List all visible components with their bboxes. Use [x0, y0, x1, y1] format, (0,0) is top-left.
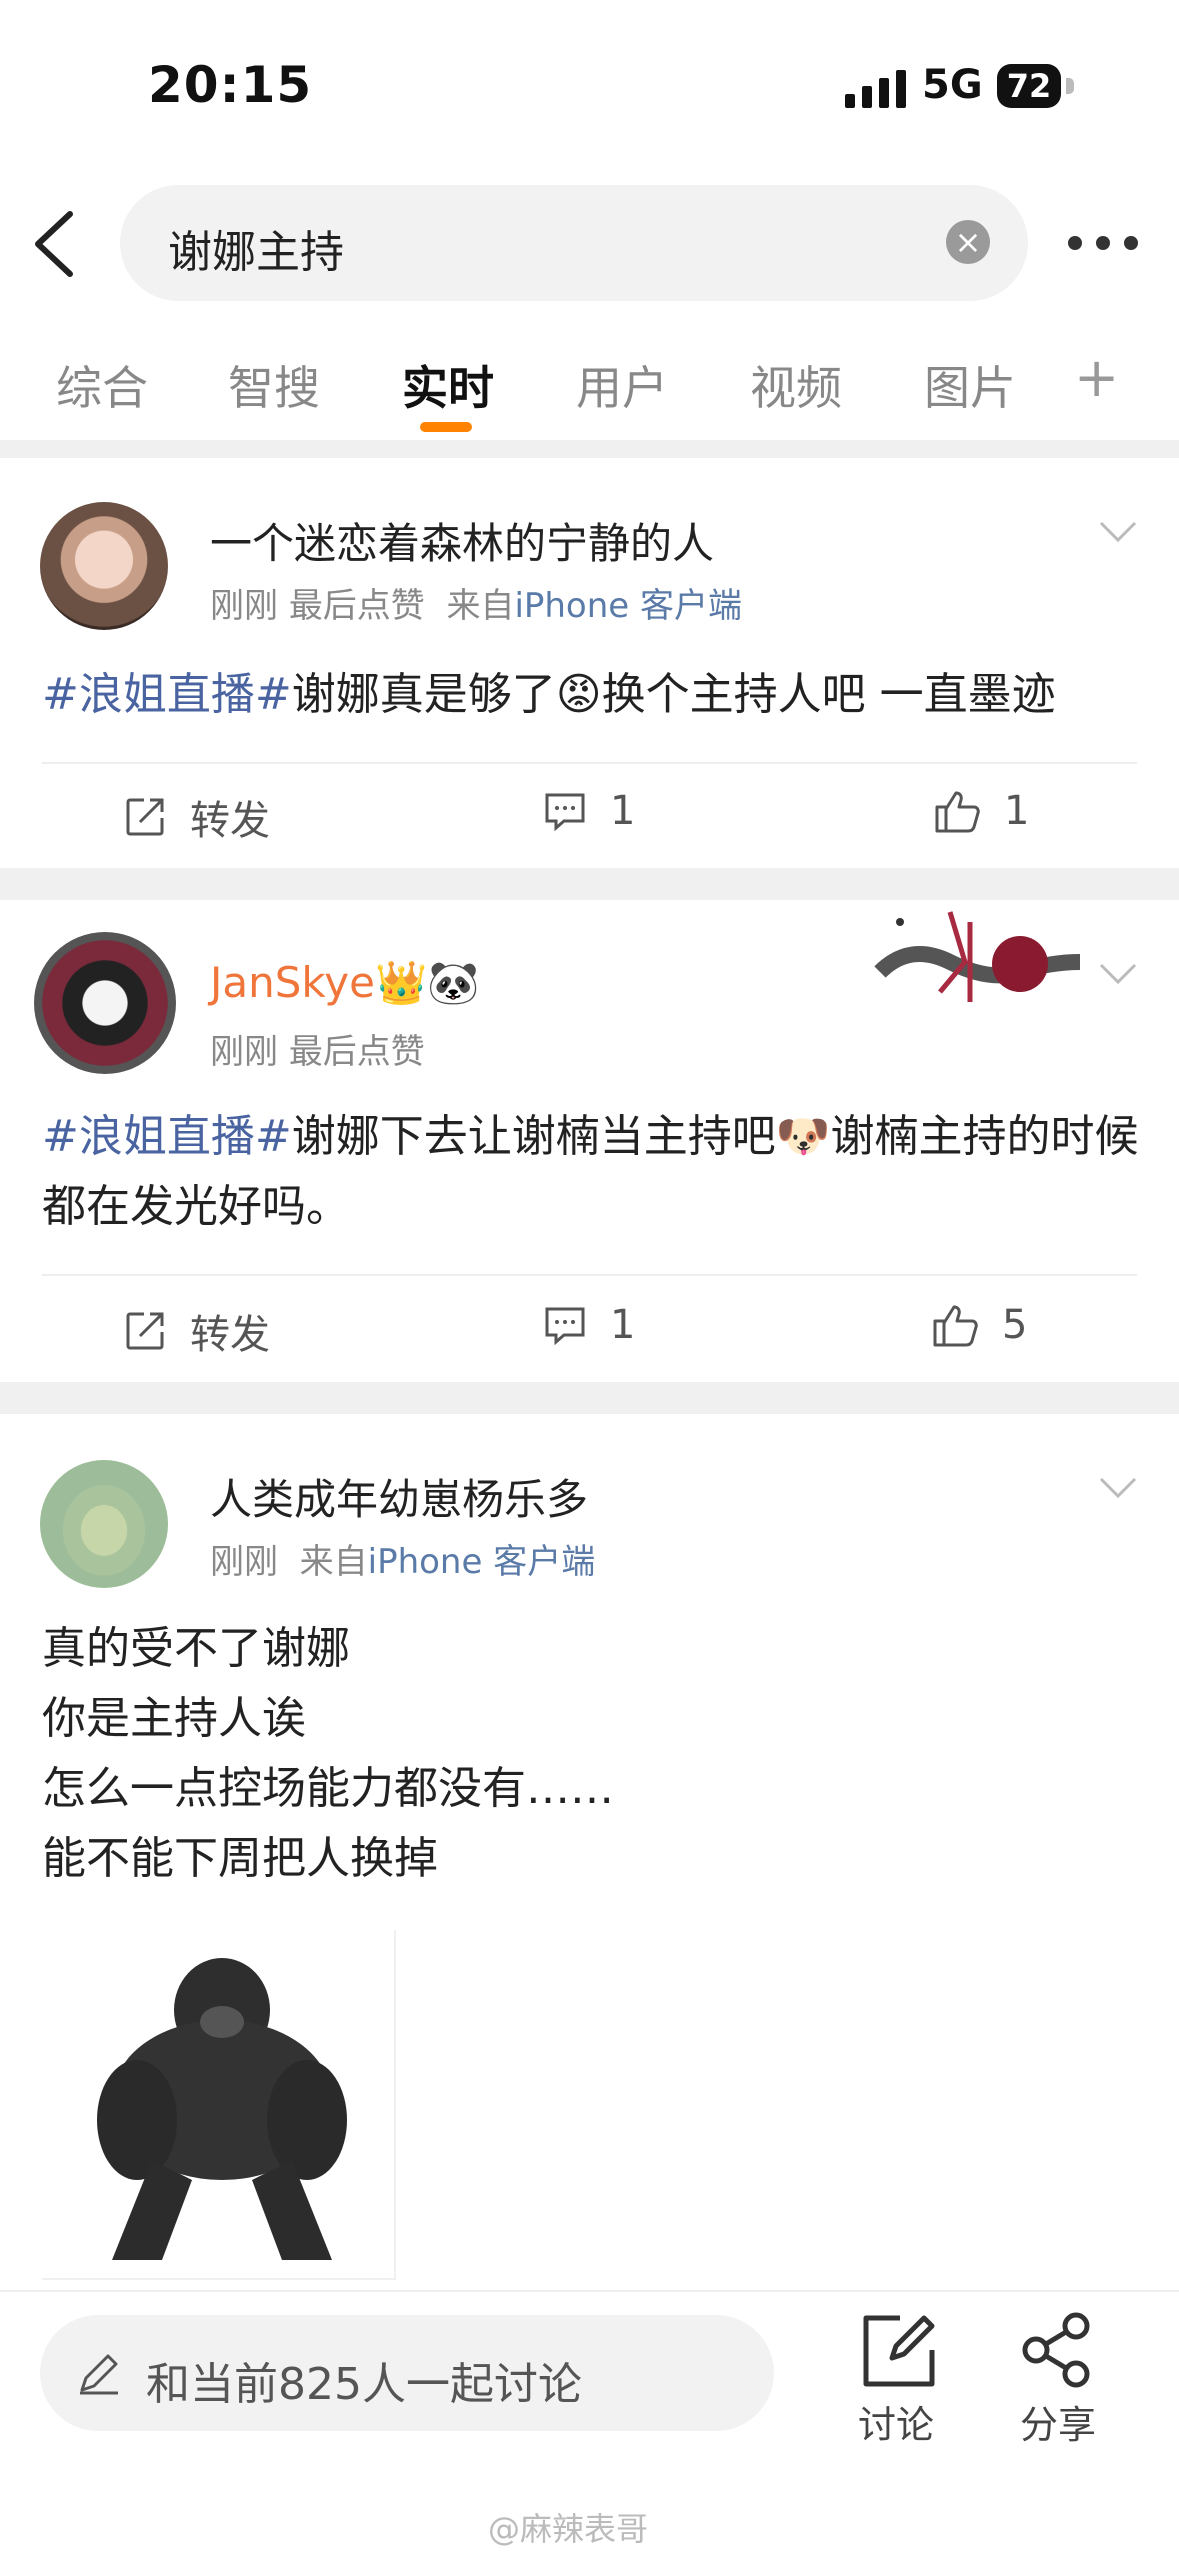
repost-icon	[126, 798, 164, 836]
post-meta: 刚刚 来自iPhone 客户端	[210, 1534, 595, 1583]
post-content: #浪姐直播#谢娜真是够了😡换个主持人吧 一直墨迹	[42, 660, 1142, 730]
clear-search-icon[interactable]: ×	[946, 220, 990, 264]
tab-users[interactable]: 用户	[576, 352, 668, 418]
post-image[interactable]	[42, 1930, 396, 2280]
like-count: 1	[1004, 788, 1030, 834]
repost-button[interactable]: 转发	[124, 1302, 270, 1360]
repost-label: 转发	[190, 1312, 270, 1358]
post-meta: 刚刚 最后点赞	[210, 1024, 425, 1073]
hashtag-link[interactable]: #浪姐直播#	[42, 1111, 292, 1162]
post-source[interactable]: iPhone 客户端	[514, 586, 742, 626]
repost-icon	[126, 1312, 164, 1350]
comment-count: 1	[610, 788, 636, 834]
post-text-line: 你是主持人诶	[42, 1693, 306, 1744]
status-time: 20:15	[148, 56, 313, 114]
more-options-icon[interactable]	[1068, 236, 1138, 252]
post-source-prefix: 来自	[299, 1542, 368, 1582]
user-badges: 👑🐼	[374, 958, 480, 1007]
section-separator	[0, 440, 1179, 458]
post-username[interactable]: JanSkye👑🐼	[210, 958, 480, 1008]
like-count: 5	[1002, 1302, 1028, 1348]
avatar[interactable]	[34, 932, 176, 1074]
pencil-icon	[80, 2354, 118, 2395]
back-arrow-icon[interactable]	[30, 210, 76, 278]
section-separator	[0, 868, 1179, 900]
tab-comprehensive[interactable]: 综合	[56, 352, 148, 418]
post-text-line: 能不能下周把人换掉	[42, 1833, 438, 1884]
comment-count: 1	[610, 1302, 636, 1348]
like-button[interactable]: 1	[934, 788, 1029, 834]
chevron-down-icon[interactable]	[1098, 1476, 1138, 1500]
post-text: 谢娜真是够了😡换个主持人吧 一直墨迹	[291, 669, 1056, 720]
post-time: 刚刚	[210, 1542, 278, 1582]
thumbs-up-icon	[935, 791, 980, 833]
search-query[interactable]: 谢娜主持	[168, 216, 344, 280]
add-tab-icon[interactable]: +	[1074, 346, 1119, 409]
gorilla-image	[97, 1958, 347, 2260]
repost-label: 转发	[190, 798, 270, 844]
share-icon	[1022, 2312, 1090, 2388]
repost-button[interactable]: 转发	[124, 788, 270, 846]
hashtag-link[interactable]: #浪姐直播#	[42, 669, 292, 720]
comment-icon	[545, 793, 585, 832]
active-tab-indicator	[420, 422, 472, 432]
like-button[interactable]: 5	[932, 1302, 1027, 1348]
chevron-down-icon[interactable]	[1098, 962, 1138, 986]
tab-realtime[interactable]: 实时	[402, 352, 494, 418]
post-last-liked: 最后点赞	[288, 586, 425, 626]
post-time: 刚刚	[210, 586, 278, 626]
post-time: 刚刚	[210, 1032, 278, 1072]
battery-level: 72	[1006, 67, 1052, 105]
section-separator	[0, 1382, 1179, 1414]
chevron-down-icon[interactable]	[1098, 520, 1138, 544]
comment-button[interactable]: 1	[544, 1302, 635, 1348]
bottom-bar-divider	[0, 2290, 1179, 2292]
share-button[interactable]	[1018, 2310, 1100, 2392]
post-text-line: 怎么一点控场能力都没有……	[42, 1763, 614, 1814]
divider	[42, 762, 1137, 764]
post-username-text: JanSkye	[210, 958, 375, 1007]
post-source[interactable]: iPhone 客户端	[368, 1542, 596, 1582]
network-type: 5G	[922, 62, 983, 108]
signal-icon	[845, 70, 906, 108]
post-meta: 刚刚 最后点赞 来自iPhone 客户端	[210, 578, 742, 627]
post-text-line: 真的受不了谢娜	[42, 1623, 350, 1674]
tab-smart-search[interactable]: 智搜	[228, 352, 320, 418]
watermark: @麻辣表哥	[488, 2510, 649, 2548]
battery-tip	[1066, 78, 1074, 94]
comment-button[interactable]: 1	[544, 788, 635, 834]
comment-icon	[545, 1307, 585, 1346]
post-source-prefix: 来自	[446, 586, 515, 626]
post-content: 真的受不了谢娜 你是主持人诶 怎么一点控场能力都没有…… 能不能下周把人换掉	[42, 1614, 1142, 1894]
discussion-placeholder[interactable]: 和当前825人一起讨论	[146, 2348, 582, 2412]
edit-square-icon	[863, 2315, 935, 2387]
discuss-button[interactable]	[856, 2310, 938, 2392]
share-label[interactable]: 分享	[1020, 2394, 1096, 2449]
tab-images[interactable]: 图片	[924, 352, 1016, 418]
post-username[interactable]: 一个迷恋着森林的宁静的人	[210, 510, 714, 571]
post-content: #浪姐直播#谢娜下去让谢楠当主持吧🐶谢楠主持的时候都在发光好吗。	[42, 1102, 1142, 1242]
decorative-card-sticker	[874, 911, 1081, 1002]
divider	[42, 1274, 1137, 1276]
avatar[interactable]	[40, 502, 168, 630]
post-username[interactable]: 人类成年幼崽杨乐多	[210, 1466, 588, 1527]
avatar[interactable]	[40, 1460, 168, 1588]
battery-icon: 72	[997, 64, 1061, 108]
tab-videos[interactable]: 视频	[750, 352, 842, 418]
thumbs-up-icon	[933, 1305, 978, 1347]
post-last-liked: 最后点赞	[288, 1032, 425, 1072]
discuss-label[interactable]: 讨论	[858, 2394, 934, 2449]
